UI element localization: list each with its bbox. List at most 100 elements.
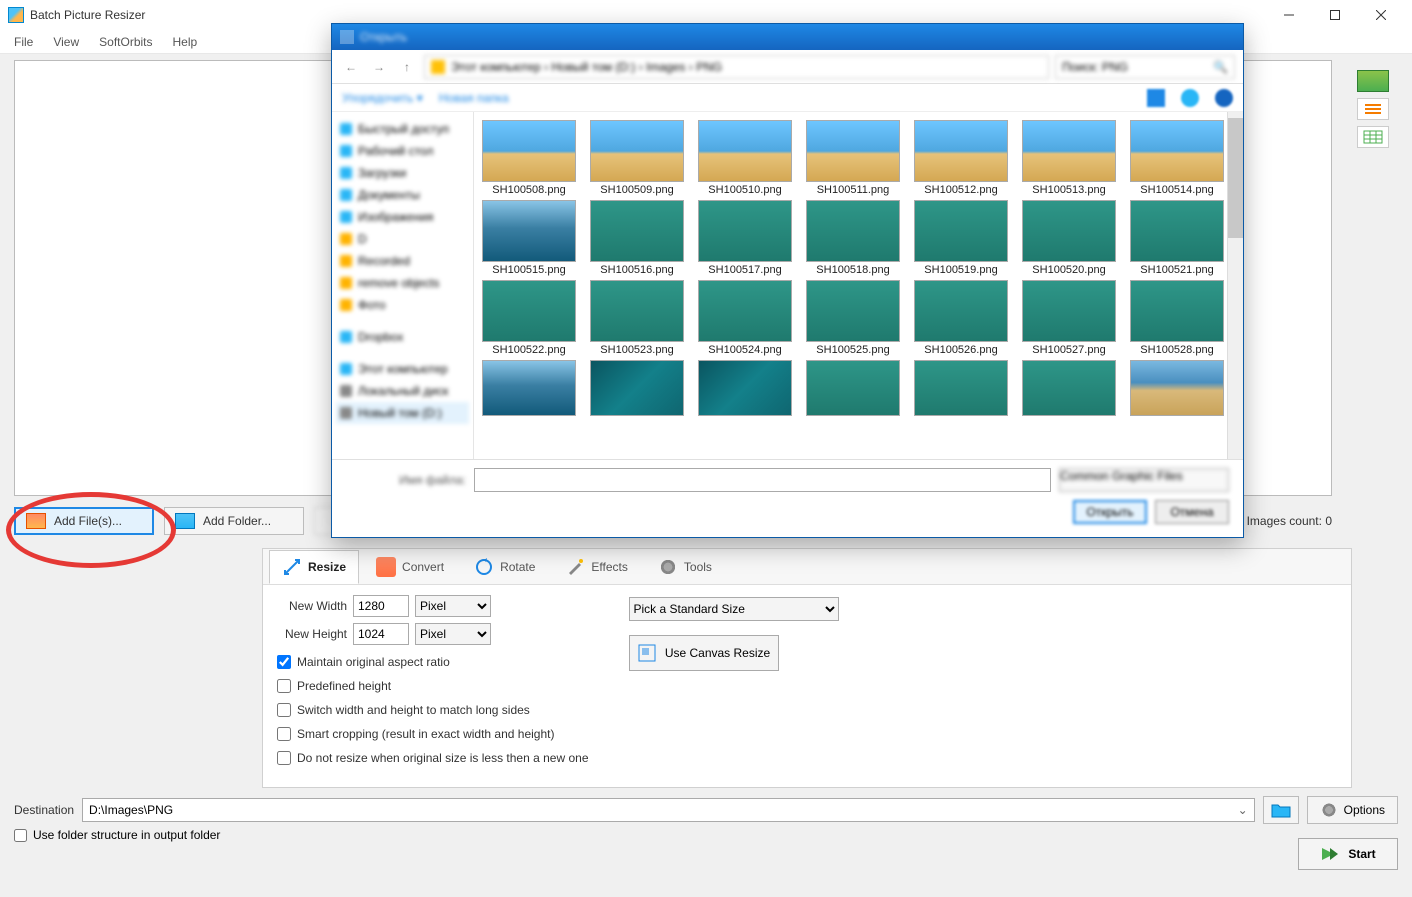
sidebar-item[interactable]: Загрузки (336, 162, 469, 184)
new-width-input[interactable] (353, 595, 409, 617)
file-thumbnail[interactable]: SH100516.png (590, 200, 684, 276)
file-thumbnail[interactable]: SH100509.png (590, 120, 684, 196)
organize-menu[interactable]: Упорядочить ▾ (342, 91, 423, 105)
menu-file[interactable]: File (4, 32, 43, 52)
dialog-body: Быстрый доступ Рабочий стол Загрузки Док… (332, 112, 1243, 459)
file-thumbnail[interactable]: SH100518.png (806, 200, 900, 276)
play-icon (1320, 846, 1340, 862)
maintain-aspect-checkbox[interactable] (277, 655, 291, 669)
thumbnail-image (698, 200, 792, 262)
tab-rotate[interactable]: Rotate (461, 550, 548, 584)
minimize-button[interactable] (1266, 0, 1312, 30)
canvas-resize-button[interactable]: Use Canvas Resize (629, 635, 779, 671)
sidebar-item[interactable]: Изображения (336, 206, 469, 228)
file-thumbnail[interactable]: SH100524.png (698, 280, 792, 356)
standard-size-select[interactable]: Pick a Standard Size (629, 597, 839, 621)
thumbnail-label: SH100520.png (1032, 264, 1105, 276)
folder-structure-checkbox[interactable] (14, 829, 27, 842)
sidebar-item[interactable]: Документы (336, 184, 469, 206)
file-thumbnail[interactable]: SH100526.png (914, 280, 1008, 356)
file-thumbnail[interactable] (482, 360, 576, 416)
view-icon[interactable] (1147, 89, 1165, 107)
resize-icon (282, 557, 302, 577)
file-thumbnail[interactable]: SH100511.png (806, 120, 900, 196)
file-thumbnail[interactable]: SH100520.png (1022, 200, 1116, 276)
start-button[interactable]: Start (1298, 838, 1398, 870)
close-button[interactable] (1358, 0, 1404, 30)
add-files-button[interactable]: Add File(s)... (14, 507, 154, 535)
sidebar-item[interactable]: remove objects (336, 272, 469, 294)
sidebar-item[interactable]: Dropbox (336, 326, 469, 348)
convert-icon (376, 557, 396, 577)
view-list-icon[interactable] (1357, 98, 1389, 120)
sidebar-item[interactable]: Локальный диск (336, 380, 469, 402)
sidebar-item[interactable]: Рабочий стол (336, 140, 469, 162)
dialog-search-input[interactable]: Поиск: PNG🔍 (1055, 55, 1235, 79)
tab-effects[interactable]: Effects (552, 550, 640, 584)
dialog-scrollbar[interactable] (1227, 112, 1243, 459)
file-thumbnail[interactable]: SH100523.png (590, 280, 684, 356)
menu-help[interactable]: Help (163, 32, 208, 52)
view-table-icon[interactable] (1357, 126, 1389, 148)
sidebar-item[interactable]: D (336, 228, 469, 250)
thumbnail-image (806, 120, 900, 182)
file-thumbnail[interactable] (1022, 360, 1116, 416)
view-thumbnails-icon[interactable] (1357, 70, 1389, 92)
dialog-titlebar[interactable]: Открыть (332, 24, 1243, 50)
file-thumbnail[interactable]: SH100517.png (698, 200, 792, 276)
help-icon[interactable] (1215, 89, 1233, 107)
file-thumbnail[interactable] (698, 360, 792, 416)
file-thumbnail[interactable]: SH100528.png (1130, 280, 1224, 356)
sidebar-item[interactable]: Быстрый доступ (336, 118, 469, 140)
nav-up-button[interactable]: ↑ (396, 56, 418, 78)
options-button[interactable]: Options (1307, 796, 1398, 824)
sidebar-item[interactable]: Новый том (D:) (336, 402, 469, 424)
path-breadcrumb[interactable]: Этот компьютер › Новый том (D:) › Images… (424, 55, 1049, 79)
file-thumbnail[interactable] (1130, 360, 1224, 416)
no-resize-smaller-checkbox[interactable] (277, 751, 291, 765)
nav-forward-button[interactable]: → (368, 56, 390, 78)
tab-convert[interactable]: Convert (363, 550, 457, 584)
new-height-input[interactable] (353, 623, 409, 645)
switch-wh-checkbox[interactable] (277, 703, 291, 717)
add-folder-button[interactable]: Add Folder... (164, 507, 304, 535)
file-thumbnail[interactable]: SH100519.png (914, 200, 1008, 276)
smart-crop-checkbox[interactable] (277, 727, 291, 741)
browse-folder-button[interactable] (1263, 796, 1299, 824)
file-thumbnail[interactable]: SH100514.png (1130, 120, 1224, 196)
sidebar-item[interactable]: Фото (336, 294, 469, 316)
sidebar-item[interactable]: Этот компьютер (336, 358, 469, 380)
menu-view[interactable]: View (43, 32, 89, 52)
file-thumbnail[interactable]: SH100508.png (482, 120, 576, 196)
file-thumbnail[interactable]: SH100513.png (1022, 120, 1116, 196)
menu-softorbits[interactable]: SoftOrbits (89, 32, 162, 52)
file-thumbnail[interactable]: SH100527.png (1022, 280, 1116, 356)
new-folder-button[interactable]: Новая папка (439, 91, 509, 105)
maximize-button[interactable] (1312, 0, 1358, 30)
thumbnail-label: SH100517.png (708, 264, 781, 276)
file-thumbnail[interactable]: SH100522.png (482, 280, 576, 356)
file-thumbnail[interactable]: SH100525.png (806, 280, 900, 356)
file-grid[interactable]: SH100508.pngSH100509.pngSH100510.pngSH10… (474, 112, 1227, 459)
file-thumbnail[interactable]: SH100510.png (698, 120, 792, 196)
file-thumbnail[interactable]: SH100515.png (482, 200, 576, 276)
dialog-open-button[interactable]: Открыть (1073, 500, 1147, 524)
predefined-height-checkbox[interactable] (277, 679, 291, 693)
file-thumbnail[interactable] (806, 360, 900, 416)
destination-input[interactable]: D:\Images\PNG ⌄ (82, 798, 1255, 822)
file-thumbnail[interactable]: SH100512.png (914, 120, 1008, 196)
file-thumbnail[interactable] (590, 360, 684, 416)
file-thumbnail[interactable]: SH100521.png (1130, 200, 1224, 276)
tab-tools[interactable]: Tools (645, 550, 725, 584)
width-unit-select[interactable]: Pixel (415, 595, 491, 617)
height-unit-select[interactable]: Pixel (415, 623, 491, 645)
filename-input[interactable] (474, 468, 1051, 492)
filetype-select[interactable]: Common Graphic Files (1059, 468, 1229, 492)
tab-resize[interactable]: Resize (269, 550, 359, 584)
preview-icon[interactable] (1181, 89, 1199, 107)
dialog-cancel-button[interactable]: Отмена (1155, 500, 1229, 524)
sidebar-item[interactable]: Recorded (336, 250, 469, 272)
thumbnail-label: SH100515.png (492, 264, 565, 276)
file-thumbnail[interactable] (914, 360, 1008, 416)
nav-back-button[interactable]: ← (340, 56, 362, 78)
